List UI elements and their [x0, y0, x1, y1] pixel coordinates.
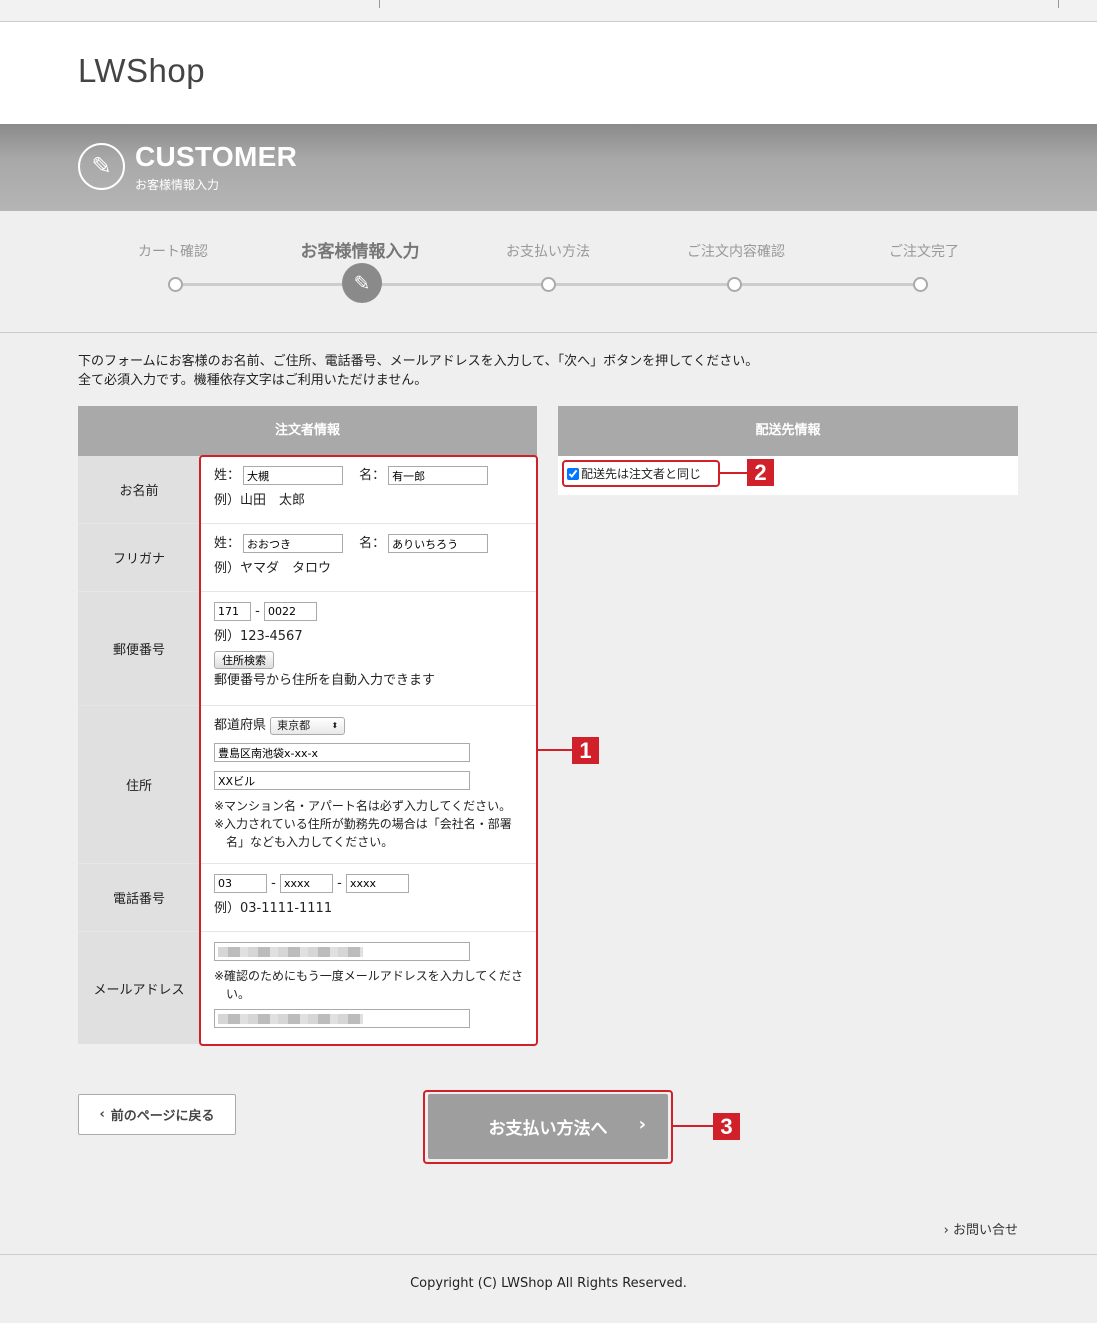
instructions: 下のフォームにお客様のお名前、ご住所、電話番号、メールアドレスを入力して、「次へ… — [78, 352, 758, 390]
site-logo[interactable]: LWShop — [78, 52, 205, 90]
orderer-heading: 注文者情報 — [78, 406, 537, 456]
divider — [379, 0, 380, 8]
progress-steps: カート確認 お客様情報入力 お支払い方法 ご注文内容確認 ご注文完了 ✎ — [0, 211, 1097, 333]
contact-link[interactable]: › お問い合せ — [944, 1219, 1018, 1238]
kana-label: フリガナ — [78, 524, 200, 591]
phone-label: 電話番号 — [78, 864, 200, 931]
contact-link-label: お問い合せ — [952, 1223, 1018, 1238]
name-label: お名前 — [78, 456, 200, 523]
pen-icon: ✎ — [78, 143, 125, 190]
chevron-right-icon: › — [638, 1114, 646, 1135]
callout-3-line — [673, 1125, 713, 1127]
callout-1-line — [538, 749, 572, 751]
callout-2-frame — [562, 460, 720, 487]
callout-2-line — [720, 472, 747, 474]
chevron-left-icon: ‹ — [99, 1107, 105, 1122]
step-label-customer: お客様情報入力 — [300, 242, 420, 262]
step-label-confirm: ご注文内容確認 — [687, 244, 785, 260]
instructions-line-2: 全て必須入力です。機種依存文字はご利用いただけません。 — [78, 373, 428, 388]
address-label: 住所 — [78, 706, 200, 863]
step-dot-customer-pen-icon: ✎ — [342, 263, 382, 303]
callout-1-frame — [199, 455, 538, 1046]
step-dot-confirm — [727, 277, 742, 292]
step-dot-payment — [541, 277, 556, 292]
instructions-line-1: 下のフォームにお客様のお名前、ご住所、電話番号、メールアドレスを入力して、「次へ… — [78, 354, 759, 369]
back-button-label: 前のページに戻る — [110, 1109, 215, 1124]
next-payment-button[interactable]: お支払い方法へ › — [428, 1094, 668, 1159]
back-button[interactable]: ‹ 前のページに戻る — [78, 1094, 236, 1135]
page-subtitle: お客様情報入力 — [135, 178, 220, 192]
callout-3-badge: 3 — [713, 1113, 740, 1140]
step-dot-cart — [168, 277, 183, 292]
copyright: Copyright (C) LWShop All Rights Reserved… — [410, 1276, 687, 1291]
shipping-heading: 配送先情報 — [558, 406, 1018, 456]
divider — [1058, 0, 1059, 8]
step-dot-complete — [913, 277, 928, 292]
step-label-complete: ご注文完了 — [889, 244, 959, 260]
email-label: メールアドレス — [78, 932, 200, 1044]
step-label-payment: お支払い方法 — [506, 244, 590, 260]
callout-1-badge: 1 — [572, 737, 599, 764]
postal-label: 郵便番号 — [78, 592, 200, 705]
next-button-label: お支払い方法へ — [488, 1119, 608, 1139]
page-title: CUSTOMER — [135, 141, 298, 172]
callout-2-badge: 2 — [747, 459, 774, 486]
browser-top-bar — [0, 0, 1097, 22]
step-label-cart: カート確認 — [138, 244, 208, 260]
site-header: LWShop — [0, 22, 1097, 124]
chevron-right-icon: › — [943, 1223, 949, 1238]
footer: Copyright (C) LWShop All Rights Reserved… — [0, 1254, 1097, 1323]
page-banner: ✎ CUSTOMER お客様情報入力 — [0, 124, 1097, 211]
